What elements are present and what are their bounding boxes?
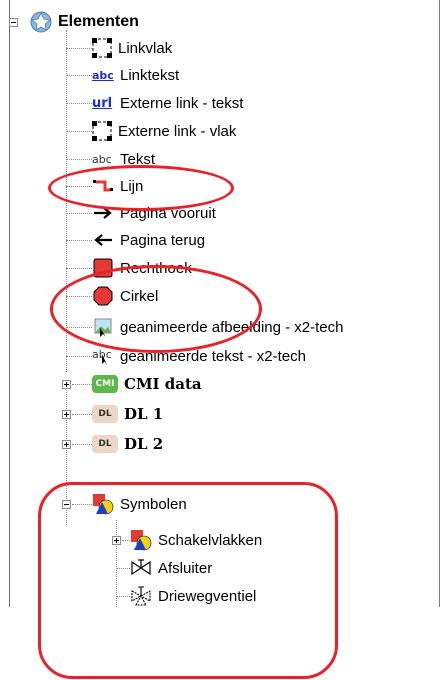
tree-item-tekst[interactable]: abc Tekst (92, 147, 155, 171)
tree-connector (66, 213, 92, 214)
tree-item-label: Pagina vooruit (120, 204, 216, 222)
tree-item-label: Tekst (120, 150, 156, 168)
cmi-badge-icon: CMI (92, 375, 118, 393)
tree-item-afsluiter[interactable]: Afsluiter (130, 556, 212, 580)
tree-connector (66, 159, 92, 160)
tree-group-symbolen[interactable]: Symbolen (92, 492, 187, 516)
tree-group-label: Symbolen (120, 495, 187, 513)
tree-connector (72, 444, 92, 445)
dl-badge-icon: DL (92, 405, 118, 423)
tree-connector (116, 568, 130, 569)
collapse-elementen-button[interactable] (9, 18, 18, 27)
tree-connector (66, 296, 92, 297)
tree-item-label: geanimeerde afbeelding - x2-tech (120, 318, 344, 336)
tree-group-label: DL 2 (124, 435, 164, 453)
tree-group-cmi-data[interactable]: CMI CMI data (92, 372, 202, 396)
tree-item-lijn[interactable]: Lijn (92, 174, 143, 198)
collapse-symbolen-button[interactable] (62, 500, 71, 509)
tree-connector (72, 384, 92, 385)
expand-dl2-button[interactable] (62, 440, 71, 449)
dl-badge-icon: DL (92, 435, 118, 453)
tree-connector (72, 414, 92, 415)
tree-connector (66, 268, 92, 269)
line-icon (92, 178, 114, 194)
rectangle-icon (92, 257, 114, 279)
tree-item-schakelvlakken[interactable]: Schakelvlakken (130, 528, 262, 552)
tree-item-pagina-terug[interactable]: Pagina terug (92, 228, 205, 252)
tree-connector (66, 186, 92, 187)
expand-dl1-button[interactable] (62, 410, 71, 419)
three-way-valve-icon (130, 586, 152, 606)
tree-item-label: Cirkel (120, 287, 159, 305)
circle-icon (92, 285, 114, 307)
tree-item-pagina-vooruit[interactable]: Pagina vooruit (92, 201, 216, 225)
globe-icon (30, 11, 52, 33)
tree-item-cirkel[interactable]: Cirkel (92, 284, 158, 308)
tree-item-geanimeerde-afbeelding[interactable]: geanimeerde afbeelding - x2-tech (92, 315, 343, 339)
external-link-area-icon (92, 121, 112, 141)
valve-icon (130, 558, 152, 578)
tree-item-linktekst[interactable]: abc Linktekst (92, 63, 179, 87)
tree-root-label: Elementen (58, 13, 139, 30)
tree-group-label: DL 1 (124, 405, 164, 423)
tree-item-linkvlak[interactable]: Linkvlak (92, 36, 172, 60)
tree-item-label: Linktekst (120, 66, 180, 84)
tree-connector (122, 540, 130, 541)
tree-connector (72, 504, 92, 505)
tree-item-externe-link-vlak[interactable]: Externe link - vlak (92, 119, 236, 143)
tree-item-label: Driewegventiel (158, 587, 257, 605)
tree-group-dl1[interactable]: DL DL 1 (92, 402, 163, 426)
animated-text-icon: abc (92, 346, 114, 366)
tree-connector (66, 240, 92, 241)
tree-connector (66, 103, 92, 104)
tree-connector (66, 30, 67, 372)
tree-connector (66, 75, 92, 76)
tree-item-rechthoek[interactable]: Rechthoek (92, 256, 192, 280)
animated-image-icon (92, 316, 114, 338)
link-area-icon (92, 38, 112, 58)
tree-item-label: Externe link - vlak (118, 122, 237, 140)
tree-group-label: CMI data (124, 375, 202, 393)
tree-connector (116, 520, 117, 607)
tree-item-label: Externe link - tekst (120, 94, 244, 112)
tree-root-elementen[interactable]: Elementen (30, 10, 139, 34)
expand-cmi-data-button[interactable] (62, 380, 71, 389)
tree-item-label: Linkvlak (118, 39, 173, 57)
symbols-icon (92, 493, 114, 515)
tree-item-label: Schakelvlakken (158, 531, 263, 549)
tree-item-label: Pagina terug (120, 231, 206, 249)
arrow-left-icon (92, 232, 114, 248)
external-link-text-icon: url (92, 95, 113, 111)
tree-item-externe-link-tekst[interactable]: url Externe link - tekst (92, 91, 243, 115)
tree-connector (66, 327, 92, 328)
tree-item-label: Afsluiter (158, 559, 213, 577)
tree-connector (66, 131, 92, 132)
text-icon: abc (92, 152, 112, 166)
tree-connector (116, 596, 130, 597)
tree-connector (66, 356, 92, 357)
switch-panels-icon (130, 529, 152, 551)
tree-item-driewegventiel[interactable]: Driewegventiel (130, 584, 256, 608)
link-text-icon: abc (92, 68, 114, 82)
expand-schakelvlakken-button[interactable] (112, 536, 121, 545)
tree-item-label: geanimeerde tekst - x2-tech (120, 347, 306, 365)
tree-item-geanimeerde-tekst[interactable]: abc geanimeerde tekst - x2-tech (92, 344, 306, 368)
tree-connector (66, 48, 92, 49)
tree-group-dl2[interactable]: DL DL 2 (92, 432, 163, 456)
arrow-right-icon (92, 205, 114, 221)
tree-item-label: Rechthoek (120, 259, 192, 277)
tree-item-label: Lijn (120, 177, 144, 195)
